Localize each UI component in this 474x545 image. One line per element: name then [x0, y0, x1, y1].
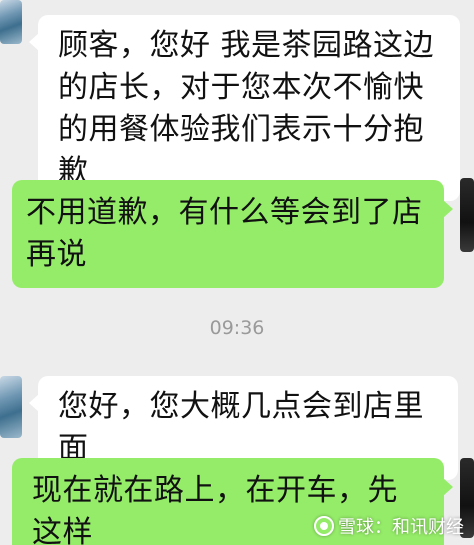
snowball-logo-icon: [314, 516, 334, 536]
user-avatar[interactable]: [460, 178, 474, 252]
bubble-tail: [443, 478, 453, 496]
message-text: 不用道歉，有什么等会到了店再说: [26, 195, 423, 272]
bubble-tail: [443, 200, 453, 218]
outgoing-message-bubble[interactable]: 不用道歉，有什么等会到了店再说: [12, 180, 453, 288]
contact-avatar[interactable]: [0, 0, 22, 44]
bubble-tail: [29, 33, 39, 51]
timestamp: 09:36: [209, 317, 265, 339]
watermark-text: 雪球：和讯财经: [338, 517, 464, 538]
watermark: 雪球：和讯财经: [314, 513, 464, 539]
incoming-message-bubble[interactable]: 顾客，您好 我是茶园路这边的店长，对于您本次不愉快的用餐体验我们表示十分抱歉: [29, 15, 460, 201]
message-text: 顾客，您好 我是茶园路这边的店长，对于您本次不愉快的用餐体验我们表示十分抱歉: [58, 28, 435, 189]
contact-avatar[interactable]: [0, 376, 22, 438]
message-text: 您好，您大概几点会到店里面: [58, 389, 424, 466]
bubble-tail: [29, 394, 39, 412]
